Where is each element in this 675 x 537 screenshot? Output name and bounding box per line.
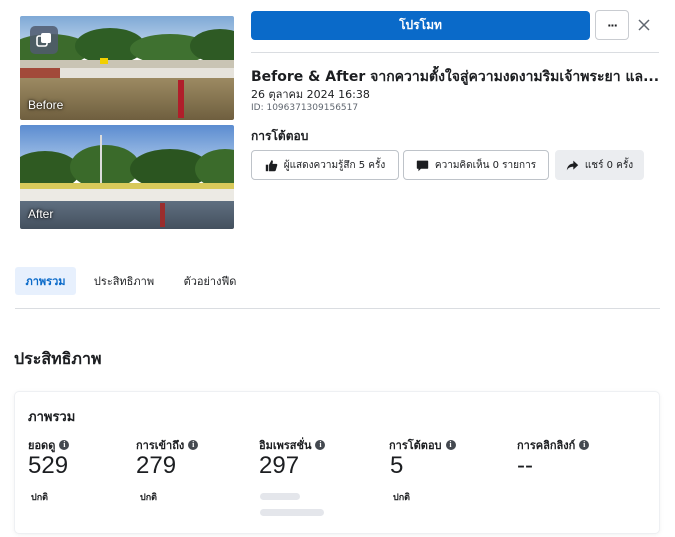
tab-performance[interactable]: ประสิทธิภาพ <box>84 267 164 295</box>
share-arrow-icon <box>566 160 579 170</box>
post-id: ID: 1096371309156517 <box>251 103 359 113</box>
overview-card-title: ภาพรวม <box>28 410 76 425</box>
metric-link-clicks-value: -- <box>517 452 533 479</box>
tab-overview[interactable]: ภาพรวม <box>15 267 76 295</box>
tabs-divider <box>15 308 660 309</box>
thumbnail-after[interactable]: After <box>20 125 234 229</box>
reactions-heading: การโต้ตอบ <box>251 129 309 143</box>
metric-engagement-value: 5 <box>390 452 404 479</box>
performance-section-title: ประสิทธิภาพ <box>14 349 102 368</box>
info-icon[interactable]: i <box>579 440 590 450</box>
promote-button[interactable]: โปรโมท <box>251 11 590 40</box>
metric-views-status: ปกติ <box>31 493 49 503</box>
thumbnail-before-label: Before <box>28 98 64 112</box>
header-divider <box>251 52 659 53</box>
gallery-icon[interactable] <box>30 26 58 54</box>
post-date: 26 ตุลาคม 2024 16:38 <box>251 88 370 101</box>
shares-button[interactable]: แชร์ 0 ครั้ง <box>555 150 644 180</box>
info-icon[interactable]: i <box>59 440 70 450</box>
thumbnail-after-label: After <box>28 207 54 221</box>
overview-card <box>15 392 659 533</box>
more-icon: ··· <box>607 18 618 32</box>
close-button[interactable] <box>634 14 654 36</box>
tab-feed-preview[interactable]: ตัวอย่างฟีด <box>172 267 248 295</box>
reactions-button[interactable]: ผู้แสดงความรู้สึก 5 ครั้ง <box>251 150 399 180</box>
loading-skeleton <box>260 493 300 500</box>
close-icon <box>638 19 650 31</box>
comments-button[interactable]: ความคิดเห็น 0 รายการ <box>403 150 549 180</box>
metric-reach-status: ปกติ <box>140 493 158 503</box>
shares-label: แชร์ 0 ครั้ง <box>584 159 634 171</box>
more-options-button[interactable]: ··· <box>595 10 629 40</box>
thumbs-up-icon <box>265 159 278 171</box>
metric-impressions-value: 297 <box>259 452 300 479</box>
reactions-label: ผู้แสดงความรู้สึก 5 ครั้ง <box>283 159 386 171</box>
metric-engagement-status: ปกติ <box>393 493 411 503</box>
info-icon[interactable]: i <box>445 440 456 450</box>
metric-reach-value: 279 <box>136 452 177 479</box>
thumbnail-before[interactable]: Before <box>20 16 234 120</box>
loading-skeleton <box>260 509 324 516</box>
metric-views-value: 529 <box>28 452 69 479</box>
comment-bubble-icon <box>416 160 429 171</box>
info-icon[interactable]: i <box>315 440 326 450</box>
comments-label: ความคิดเห็น 0 รายการ <box>434 159 537 171</box>
info-icon[interactable]: i <box>188 440 199 450</box>
